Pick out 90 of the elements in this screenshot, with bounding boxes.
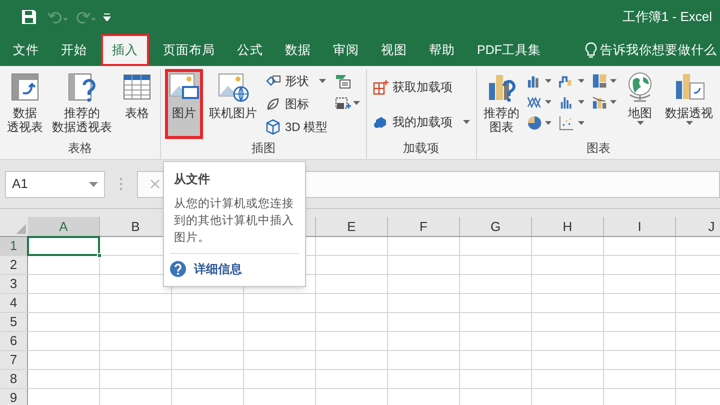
- ribbon-tab[interactable]: 视图: [370, 34, 418, 66]
- chart-type-button[interactable]: [591, 73, 618, 89]
- column-header[interactable]: G: [460, 217, 532, 236]
- ribbon-icon-button[interactable]: [332, 95, 362, 111]
- ribbon-button[interactable]: 联机图片: [206, 69, 260, 139]
- caret-icon: [578, 100, 584, 104]
- ribbon-tab[interactable]: 插入: [101, 34, 149, 66]
- ribbon-button[interactable]: 3D 模型: [263, 118, 330, 136]
- name-box[interactable]: A1: [5, 170, 105, 198]
- ribbon-tab[interactable]: 审阅: [322, 34, 370, 66]
- chart-type-button[interactable]: [526, 94, 552, 110]
- tooltip-text: 从您的计算机或您连接到的其他计算机中插入图片。: [174, 196, 295, 246]
- row-header[interactable]: 1: [0, 237, 28, 255]
- row-header[interactable]: 2: [0, 256, 28, 274]
- leaf-icon: [265, 96, 281, 112]
- tell-me-field[interactable]: 告诉我你想要做什么: [585, 34, 720, 66]
- screenshot-icon: [334, 95, 351, 111]
- caret-icon: [462, 120, 470, 124]
- caret-icon: [89, 182, 98, 186]
- ribbon-group-label: 加载项: [403, 141, 440, 155]
- corner-triangle-icon: [16, 224, 26, 234]
- caret-icon: [319, 78, 326, 83]
- chart-type-button[interactable]: [526, 115, 552, 131]
- online-picture-icon: [217, 71, 249, 103]
- combo-chart-icon: [592, 94, 608, 110]
- smartart-icon: [334, 73, 351, 89]
- caret-icon: [610, 79, 617, 83]
- ribbon-tab[interactable]: 数据: [274, 34, 322, 66]
- ribbon-button[interactable]: 图片: [165, 69, 203, 139]
- caret-icon: [578, 79, 584, 83]
- line-chart-icon: [526, 94, 542, 110]
- column-header[interactable]: E: [316, 217, 388, 236]
- ribbon-button[interactable]: 推荐的 图表: [480, 69, 523, 139]
- row-header[interactable]: 5: [0, 313, 28, 331]
- row-header[interactable]: 8: [0, 370, 28, 388]
- ribbon-button[interactable]: 我的加载项: [370, 112, 472, 130]
- ribbon-button[interactable]: 获取加载项: [370, 78, 472, 96]
- column-header[interactable]: J: [676, 217, 720, 236]
- ribbon-group-label: 插图: [251, 141, 276, 155]
- active-cell[interactable]: [27, 236, 100, 256]
- row-header[interactable]: 4: [0, 294, 28, 312]
- pie-chart-icon: [526, 115, 542, 131]
- ribbon-tab[interactable]: 页面布局: [152, 34, 226, 66]
- window-title: 工作簿1 - Excel: [622, 8, 712, 26]
- pivot-table-icon: [9, 71, 41, 103]
- caret-icon: [544, 79, 552, 83]
- ribbon-button[interactable]: 表格: [118, 69, 156, 139]
- chart-type-button[interactable]: [591, 94, 618, 110]
- row-header[interactable]: 9: [0, 389, 28, 405]
- pivot-table-question-icon: [66, 71, 98, 103]
- help-icon: [170, 261, 186, 277]
- ribbon-tab[interactable]: PDF工具集: [466, 34, 552, 66]
- cube-icon: [265, 119, 281, 136]
- hierarchy-chart-icon: [592, 73, 608, 89]
- ribbon-button[interactable]: 推荐的 数据透视表: [49, 69, 115, 139]
- caret-icon: [578, 121, 584, 125]
- ribbon-button[interactable]: 数据透视: [662, 69, 716, 139]
- column-header[interactable]: H: [532, 217, 604, 236]
- tooltip-title: 从文件: [174, 171, 211, 188]
- caret-icon: [610, 100, 617, 104]
- caret-icon: [544, 121, 552, 125]
- ribbon-button[interactable]: 地图: [621, 69, 659, 139]
- caret-icon: [636, 121, 644, 125]
- caret-icon: [544, 100, 552, 104]
- row-header[interactable]: 7: [0, 351, 28, 369]
- ribbon-tab[interactable]: 帮助: [418, 34, 466, 66]
- chart-type-button[interactable]: [558, 115, 586, 131]
- fill-handle[interactable]: [97, 253, 102, 258]
- ribbon-tab[interactable]: 文件: [2, 34, 50, 66]
- save-icon[interactable]: [21, 9, 37, 25]
- ribbon-tab[interactable]: 公式: [226, 34, 274, 66]
- ribbon-group-label: 图表: [586, 141, 610, 155]
- ribbon-button[interactable]: 形状: [263, 72, 330, 90]
- scatter-chart-icon: [559, 115, 575, 131]
- row-header[interactable]: 3: [0, 275, 28, 293]
- ribbon-group-label: 表格: [68, 141, 92, 155]
- column-header[interactable]: F: [388, 217, 460, 236]
- row-header[interactable]: 6: [0, 332, 28, 350]
- ribbon-button[interactable]: 图标: [263, 94, 330, 113]
- caret-icon: [352, 101, 360, 105]
- drag-handle-icon[interactable]: [119, 177, 123, 191]
- ribbon-button[interactable]: 数据 透视表: [4, 69, 46, 139]
- column-header[interactable]: A: [28, 217, 100, 236]
- grid-plus-icon: [372, 78, 389, 94]
- customize-toolbar-icon[interactable]: [103, 13, 111, 21]
- more-info-link[interactable]: 详细信息: [194, 260, 242, 278]
- lightbulb-icon: [585, 42, 597, 58]
- column-header[interactable]: I: [604, 217, 676, 236]
- caret-icon: [686, 121, 692, 125]
- ribbon-tab[interactable]: 开始: [50, 34, 98, 66]
